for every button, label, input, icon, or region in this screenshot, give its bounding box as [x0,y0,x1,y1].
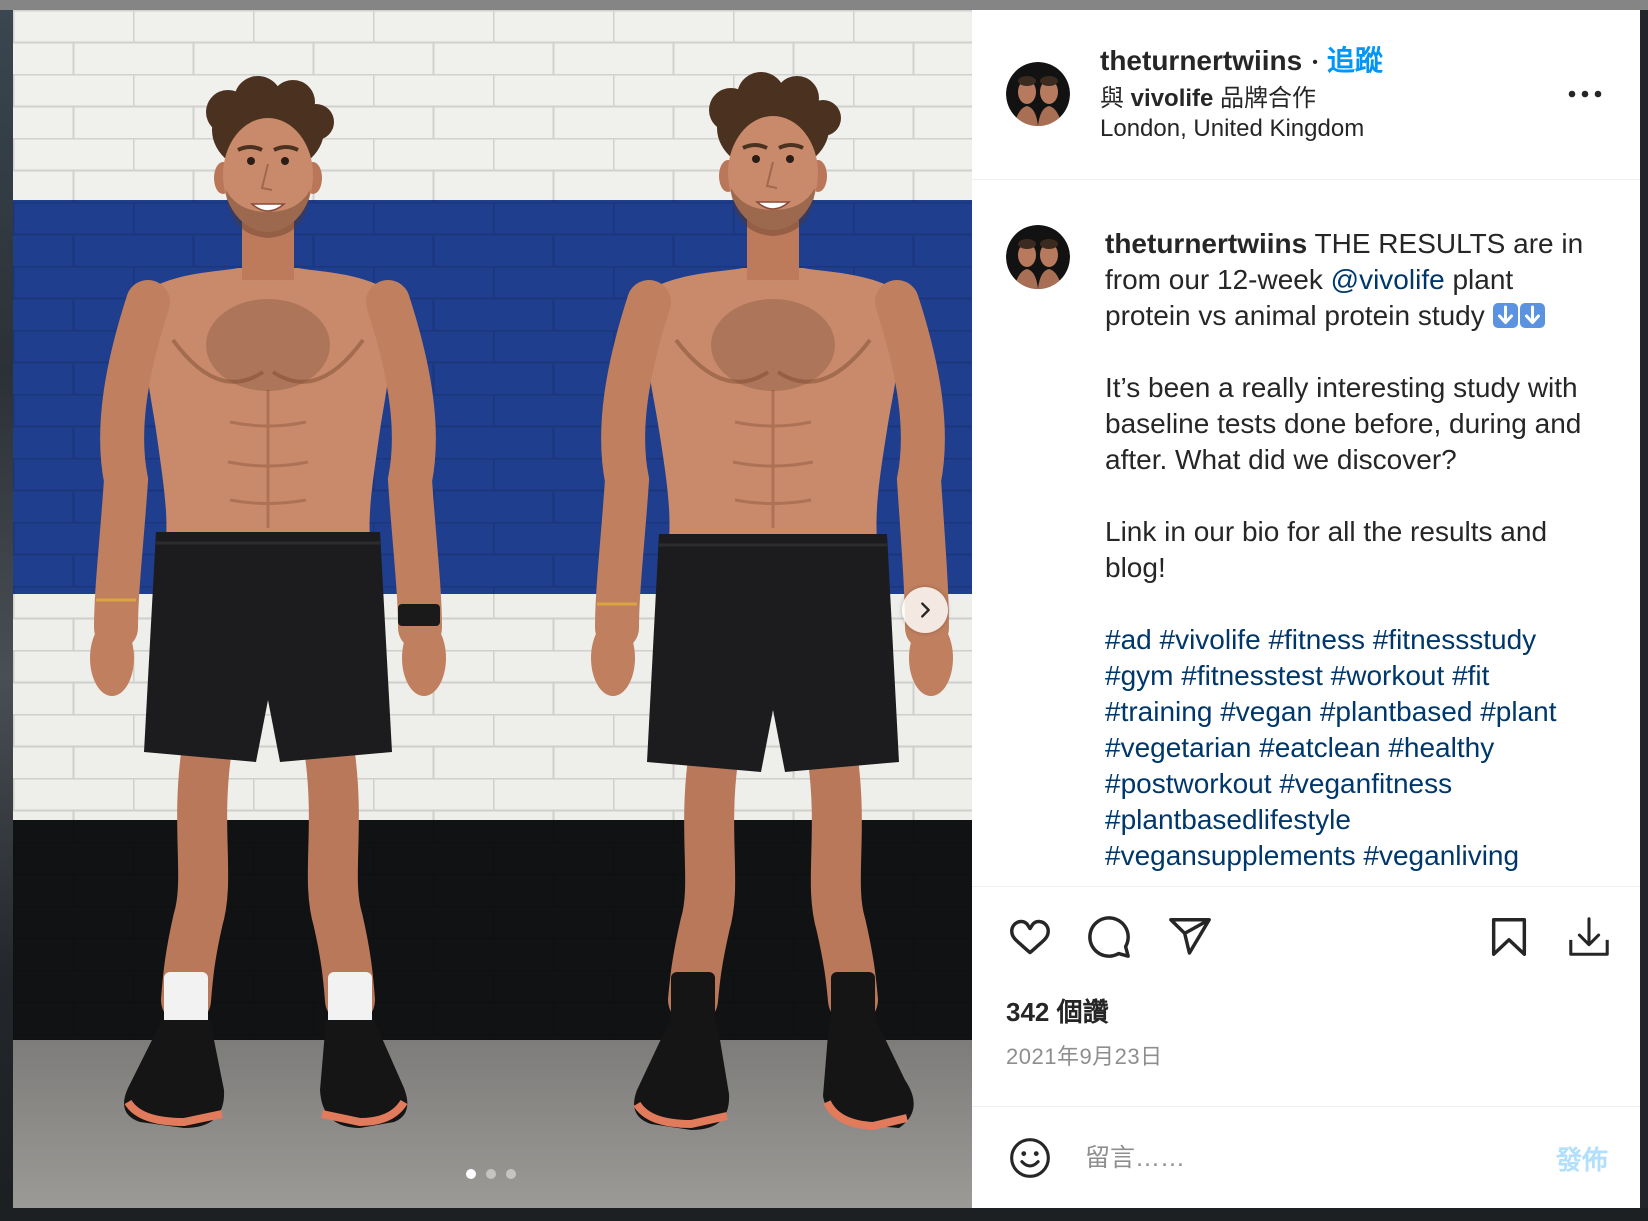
background-bottom-strip [0,1208,1648,1221]
paper-plane-icon [1169,918,1211,955]
more-options-icon [1568,90,1602,98]
background-left-strip [0,10,13,1221]
mention-link[interactable]: @vivolife [1331,264,1445,295]
post-photo [13,10,972,1208]
hashtag-link[interactable]: #vegansupplements [1105,840,1356,871]
chevron-right-icon [921,602,930,618]
post-date[interactable]: 2021年9月23日 [1006,1042,1163,1072]
heart-icon [1010,919,1050,955]
hashtag-link[interactable]: #veganliving [1363,840,1519,871]
hashtag-link[interactable]: #vegetarian [1105,732,1251,763]
header-separator: • [1312,54,1318,71]
download-icon [1569,917,1609,956]
partnership-prefix: 與 [1100,85,1124,112]
caption-line: protein vs animal protein study [1105,298,1583,334]
profile-avatar-image [1006,225,1070,289]
partnership-brand-link[interactable]: vivolife [1131,85,1214,112]
caption-text: plant [1452,264,1514,295]
hashtag-line: #ad #vivolife #fitness #fitnessstudy [1105,622,1583,658]
hashtag-line: #plantbasedlifestyle [1105,802,1583,838]
caption-line: from our 12-week @vivolife plant [1105,262,1583,298]
carousel-dot [506,1169,516,1179]
comment-icon [1088,916,1130,958]
author-line: theturnertwiins • 追蹤 [1100,43,1383,79]
caption-text: from our 12-week [1105,264,1323,295]
caption-line: It’s been a really interesting study wit… [1105,372,1578,403]
caption-line: blog! [1105,552,1166,583]
caption-line: theturnertwiins THE RESULTS are in [1105,226,1583,262]
caption-username[interactable]: theturnertwiins [1105,228,1307,259]
hashtag-link[interactable]: #fitnesstest [1181,660,1323,691]
carousel-dots [466,1169,526,1179]
post-caption: theturnertwiins THE RESULTS are in from … [1105,226,1583,874]
caption-line: Link in our bio for all the results and [1105,516,1548,547]
post-modal: theturnertwiins • 追蹤 與 vivolife 品牌合作 Londo… [13,10,1640,1208]
paid-partnership-line: 與 vivolife 品牌合作 [1100,84,1316,114]
caption-text: protein vs animal protein study [1105,300,1485,331]
carousel-dot [486,1169,496,1179]
comment-divider [972,1106,1640,1107]
download-button[interactable] [1566,914,1612,960]
comment-input[interactable] [1085,1140,1515,1176]
comment-button[interactable] [1086,914,1132,960]
header-divider [972,179,1640,180]
partnership-suffix: 品牌合作 [1220,85,1317,112]
caption-line: baseline tests done before, during and [1105,408,1582,439]
share-button[interactable] [1167,914,1213,960]
post-details-panel: theturnertwiins • 追蹤 與 vivolife 品牌合作 Londo… [972,10,1640,1208]
hashtag-link[interactable]: #plant [1480,696,1556,727]
more-options-button[interactable] [1562,80,1608,108]
location-link[interactable]: London, United Kingdom [1100,114,1364,144]
hashtag-link[interactable]: #ad [1105,624,1152,655]
hashtag-link[interactable]: #fitness [1268,624,1365,655]
hashtag-link[interactable]: #eatclean [1259,732,1380,763]
bookmark-icon [1491,918,1527,956]
hashtag-link[interactable]: #training [1105,696,1212,727]
hashtag-link[interactable]: #fitnessstudy [1373,624,1536,655]
actions-divider [972,886,1640,887]
down-arrow-emoji-icon [1492,301,1518,328]
save-button[interactable] [1486,914,1532,960]
hashtag-line: #postworkout #veganfitness [1105,766,1583,802]
hashtag-line: #training #vegan #plantbased #plant [1105,694,1583,730]
post-comment-button[interactable]: 發佈 [1556,1140,1608,1176]
follow-button[interactable]: 追蹤 [1327,45,1383,76]
likes-count[interactable]: 342 個讚 [1006,995,1109,1029]
hashtag-link[interactable]: #veganfitness [1279,768,1452,799]
post-media[interactable] [13,10,972,1208]
background-top-strip [0,0,1648,10]
hashtag-link[interactable]: #postworkout [1105,768,1272,799]
down-arrow-emoji-icon [1519,301,1545,328]
hashtag-link[interactable]: #plantbasedlifestyle [1105,804,1351,835]
hashtag-link[interactable]: #gym [1105,660,1173,691]
caption-line: after. What did we discover? [1105,444,1457,475]
hashtag-link[interactable]: #healthy [1388,732,1494,763]
caption-avatar[interactable] [1006,225,1070,289]
like-button[interactable] [1007,914,1053,960]
hashtag-line: #gym #fitnesstest #workout #fit [1105,658,1583,694]
profile-avatar-image [1006,62,1070,126]
emoji-picker-button[interactable] [1007,1135,1053,1181]
hashtag-link[interactable]: #vivolife [1160,624,1261,655]
hashtag-line: #vegansupplements #veganliving [1105,838,1583,874]
hashtag-link[interactable]: #fit [1452,660,1489,691]
caption-text: THE RESULTS are in [1314,228,1584,259]
next-slide-button[interactable] [902,587,948,633]
carousel-dot [466,1169,476,1179]
hashtag-link[interactable]: #plantbased [1320,696,1473,727]
hashtag-line: #vegetarian #eatclean #healthy [1105,730,1583,766]
author-username[interactable]: theturnertwiins [1100,45,1302,76]
smiley-icon [1010,1138,1050,1178]
author-avatar[interactable] [1006,62,1070,126]
hashtag-link[interactable]: #vegan [1220,696,1312,727]
hashtag-link[interactable]: #workout [1331,660,1445,691]
